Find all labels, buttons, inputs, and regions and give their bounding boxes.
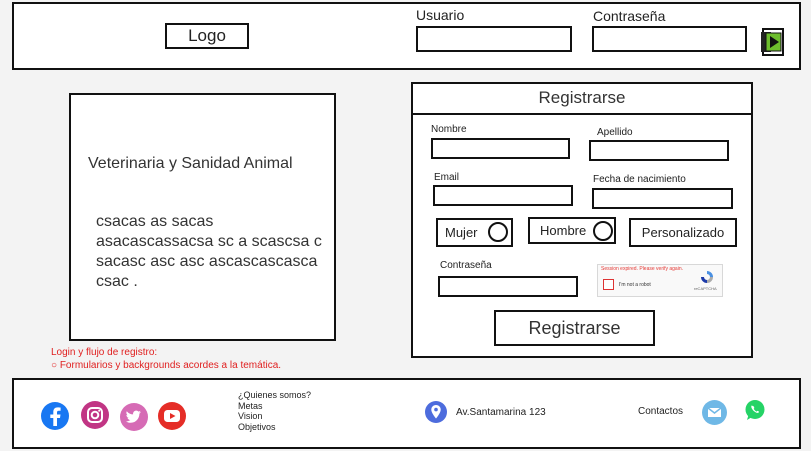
youtube-icon[interactable] <box>158 402 186 430</box>
address-text: Av.Santamarina 123 <box>456 407 546 418</box>
nombre-input[interactable] <box>431 138 570 159</box>
mujer-label: Mujer <box>445 225 478 240</box>
note-line-2: ○ Formularios y backgrounds acordes a la… <box>51 360 282 371</box>
twitter-icon[interactable] <box>120 403 148 431</box>
link-vision[interactable]: Vision <box>238 411 311 422</box>
instagram-icon[interactable] <box>81 401 109 429</box>
birthdate-input[interactable] <box>592 188 733 209</box>
link-metas[interactable]: Metas <box>238 401 311 412</box>
radio-mujer[interactable] <box>488 222 508 242</box>
apellido-input[interactable] <box>589 140 729 161</box>
hombre-label: Hombre <box>540 223 587 238</box>
login-arrow-icon[interactable] <box>759 26 787 58</box>
birthdate-label: Fecha de nacimiento <box>593 174 686 185</box>
intro-title: Veterinaria y Sanidad Animal <box>88 155 293 172</box>
recaptcha-logo-icon <box>700 270 714 284</box>
radio-hombre[interactable] <box>593 221 613 241</box>
username-label: Usuario <box>416 7 465 23</box>
password-input[interactable] <box>592 26 747 52</box>
password-label: Contraseña <box>593 8 666 24</box>
register-password-label: Contraseña <box>440 260 492 271</box>
location-pin-icon <box>425 401 447 423</box>
nombre-label: Nombre <box>431 124 467 135</box>
whatsapp-icon[interactable] <box>744 399 766 421</box>
gender-option-personalizado[interactable]: Personalizado <box>629 218 737 247</box>
recaptcha-brand: reCAPTCHA <box>694 286 717 291</box>
personalizado-label: Personalizado <box>641 225 725 240</box>
intro-body: csacas as sacas asacascassacsa sc a scas… <box>96 213 322 290</box>
link-quienes-somos[interactable]: ¿Quienes somos? <box>238 390 311 401</box>
recaptcha-label: I'm not a robot <box>619 282 651 288</box>
apellido-label: Apellido <box>597 127 633 138</box>
logo[interactable]: Logo <box>165 23 249 49</box>
register-password-input[interactable] <box>438 276 578 297</box>
contact-label: Contactos <box>638 406 684 417</box>
recaptcha-checkbox[interactable] <box>603 279 614 290</box>
link-objetivos[interactable]: Objetivos <box>238 422 311 433</box>
footer-links: ¿Quienes somos? Metas Vision Objetivos <box>238 390 311 432</box>
register-submit-button[interactable]: Registrarse <box>494 310 655 346</box>
email-input[interactable] <box>433 185 573 206</box>
facebook-icon[interactable] <box>41 402 69 430</box>
gender-option-mujer[interactable]: Mujer <box>436 218 513 247</box>
mail-icon[interactable] <box>702 400 727 425</box>
gender-option-hombre[interactable]: Hombre <box>528 217 616 244</box>
username-input[interactable] <box>416 26 572 52</box>
note-line-1: Login y flujo de registro: <box>51 347 158 358</box>
register-title: Registrarse <box>411 82 753 115</box>
recaptcha-expired-text: Session expired. Please verify again. <box>601 266 683 272</box>
email-label: Email <box>434 172 460 183</box>
